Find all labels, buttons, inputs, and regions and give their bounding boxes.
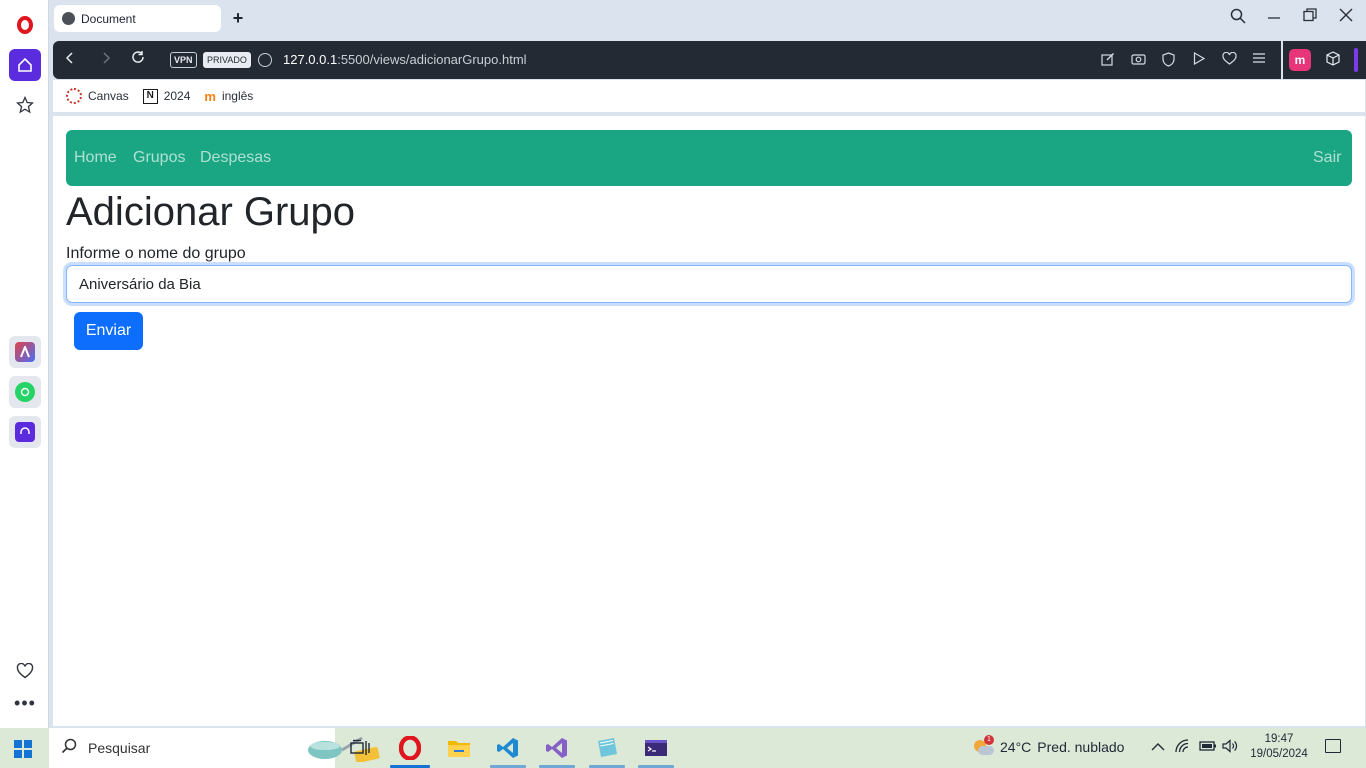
windows-taskbar: Pesquisar 1 24°C Pred. nublado 19:47 19/… xyxy=(0,728,1366,768)
windows-start-icon[interactable] xyxy=(14,740,32,758)
whatsapp-icon[interactable] xyxy=(9,376,41,408)
player-icon[interactable] xyxy=(1191,51,1207,68)
bookmark-canvas[interactable]: Canvas xyxy=(66,88,129,104)
notepad-icon[interactable] xyxy=(595,736,619,760)
weather-widget[interactable]: 1 24°C Pred. nublado xyxy=(972,735,1125,756)
aria-app-icon[interactable] xyxy=(9,336,41,368)
task-view-icon[interactable] xyxy=(348,736,372,760)
forward-icon[interactable] xyxy=(96,50,116,70)
page-viewport: Home Grupos Despesas Sair Adicionar Grup… xyxy=(53,116,1365,726)
minimize-icon[interactable] xyxy=(1263,8,1285,27)
star-icon[interactable] xyxy=(9,89,41,121)
vscode-icon[interactable] xyxy=(496,736,520,760)
notion-icon: N xyxy=(142,88,158,104)
taskbar-search[interactable]: Pesquisar xyxy=(49,728,380,768)
nav-link-despesas[interactable]: Despesas xyxy=(200,149,271,167)
visual-studio-icon[interactable] xyxy=(545,736,569,760)
favorites-heart-icon[interactable] xyxy=(1221,51,1237,68)
system-clock[interactable]: 19:47 19/05/2024 xyxy=(1249,732,1309,762)
nav-link-home[interactable]: Home xyxy=(74,149,117,167)
new-tab-button[interactable]: + xyxy=(229,9,247,27)
edit-icon[interactable] xyxy=(1100,52,1116,68)
globe-icon xyxy=(62,12,75,25)
site-info-icon[interactable] xyxy=(258,53,272,67)
nav-link-grupos[interactable]: Grupos xyxy=(133,149,185,167)
easy-setup-icon[interactable] xyxy=(1251,52,1267,68)
heart-icon[interactable] xyxy=(9,655,41,687)
shield-icon[interactable] xyxy=(1160,52,1176,68)
tab-title: Document xyxy=(81,11,136,26)
weather-badge: 1 xyxy=(984,735,994,745)
bookmark-label: 2024 xyxy=(163,89,191,103)
back-icon[interactable] xyxy=(60,50,80,70)
opera-taskbar-icon[interactable] xyxy=(398,736,422,760)
opera-sidebar: ••• xyxy=(0,0,49,728)
browser-tab[interactable]: Document xyxy=(54,5,221,32)
bookmark-2024[interactable]: N 2024 xyxy=(142,88,191,104)
extension-m-icon[interactable]: m xyxy=(1289,49,1311,71)
address-bar: VPN PRIVADO 127.0.0.1:5500/views/adicion… xyxy=(53,41,1281,79)
submit-button[interactable]: Enviar xyxy=(74,312,143,350)
bookmarks-bar: Canvas N 2024 m inglês xyxy=(53,80,1365,112)
canvas-icon xyxy=(66,88,82,104)
restore-icon[interactable] xyxy=(1299,8,1321,27)
wifi-icon[interactable] xyxy=(1175,739,1191,756)
url-field[interactable]: 127.0.0.1:5500/views/adicionarGrupo.html xyxy=(283,52,527,67)
file-explorer-icon[interactable] xyxy=(447,736,471,760)
url-host: 127.0.0.1 xyxy=(283,52,338,67)
chevron-up-icon[interactable] xyxy=(1151,739,1165,755)
sidebar-toggle-indicator[interactable] xyxy=(1354,48,1358,72)
temperature: 24°C xyxy=(1000,739,1032,755)
search-tabs-icon[interactable] xyxy=(1227,8,1249,29)
group-name-label: Informe o nome do grupo xyxy=(66,245,246,262)
bookmark-ingles[interactable]: m inglês xyxy=(204,89,253,104)
battery-icon[interactable] xyxy=(1199,739,1217,755)
search-icon xyxy=(61,738,77,759)
opera-logo-icon[interactable] xyxy=(9,9,41,41)
clock-date: 19/05/2024 xyxy=(1250,748,1308,760)
notifications-icon[interactable] xyxy=(1325,739,1341,753)
site-navbar: Home Grupos Despesas Sair xyxy=(66,130,1352,186)
group-name-input[interactable] xyxy=(66,265,1352,303)
more-icon[interactable]: ••• xyxy=(9,687,41,719)
tab-strip: Document + xyxy=(49,0,1366,40)
private-badge: PRIVADO xyxy=(203,52,251,68)
clock-time: 19:47 xyxy=(1264,733,1294,745)
vpn-badge[interactable]: VPN xyxy=(170,52,197,68)
bookmark-label: inglês xyxy=(221,89,254,103)
nav-link-sair[interactable]: Sair xyxy=(1313,149,1341,167)
weather-text: Pred. nublado xyxy=(1037,739,1125,755)
music-player-icon[interactable] xyxy=(9,416,41,448)
reload-icon[interactable] xyxy=(128,50,148,70)
moodle-icon: m xyxy=(204,88,216,104)
home-icon[interactable] xyxy=(9,49,41,81)
url-path: :5500/views/adicionarGrupo.html xyxy=(337,52,527,67)
extensions-cube-icon[interactable] xyxy=(1325,51,1341,69)
partly-cloudy-icon: 1 xyxy=(972,735,994,756)
camera-icon[interactable] xyxy=(1130,52,1146,68)
bookmark-label: Canvas xyxy=(88,89,129,103)
search-placeholder: Pesquisar xyxy=(88,740,151,756)
volume-icon[interactable] xyxy=(1222,739,1238,756)
close-icon[interactable] xyxy=(1335,8,1357,27)
terminal-icon[interactable] xyxy=(644,736,668,760)
page-title: Adicionar Grupo xyxy=(66,190,356,234)
